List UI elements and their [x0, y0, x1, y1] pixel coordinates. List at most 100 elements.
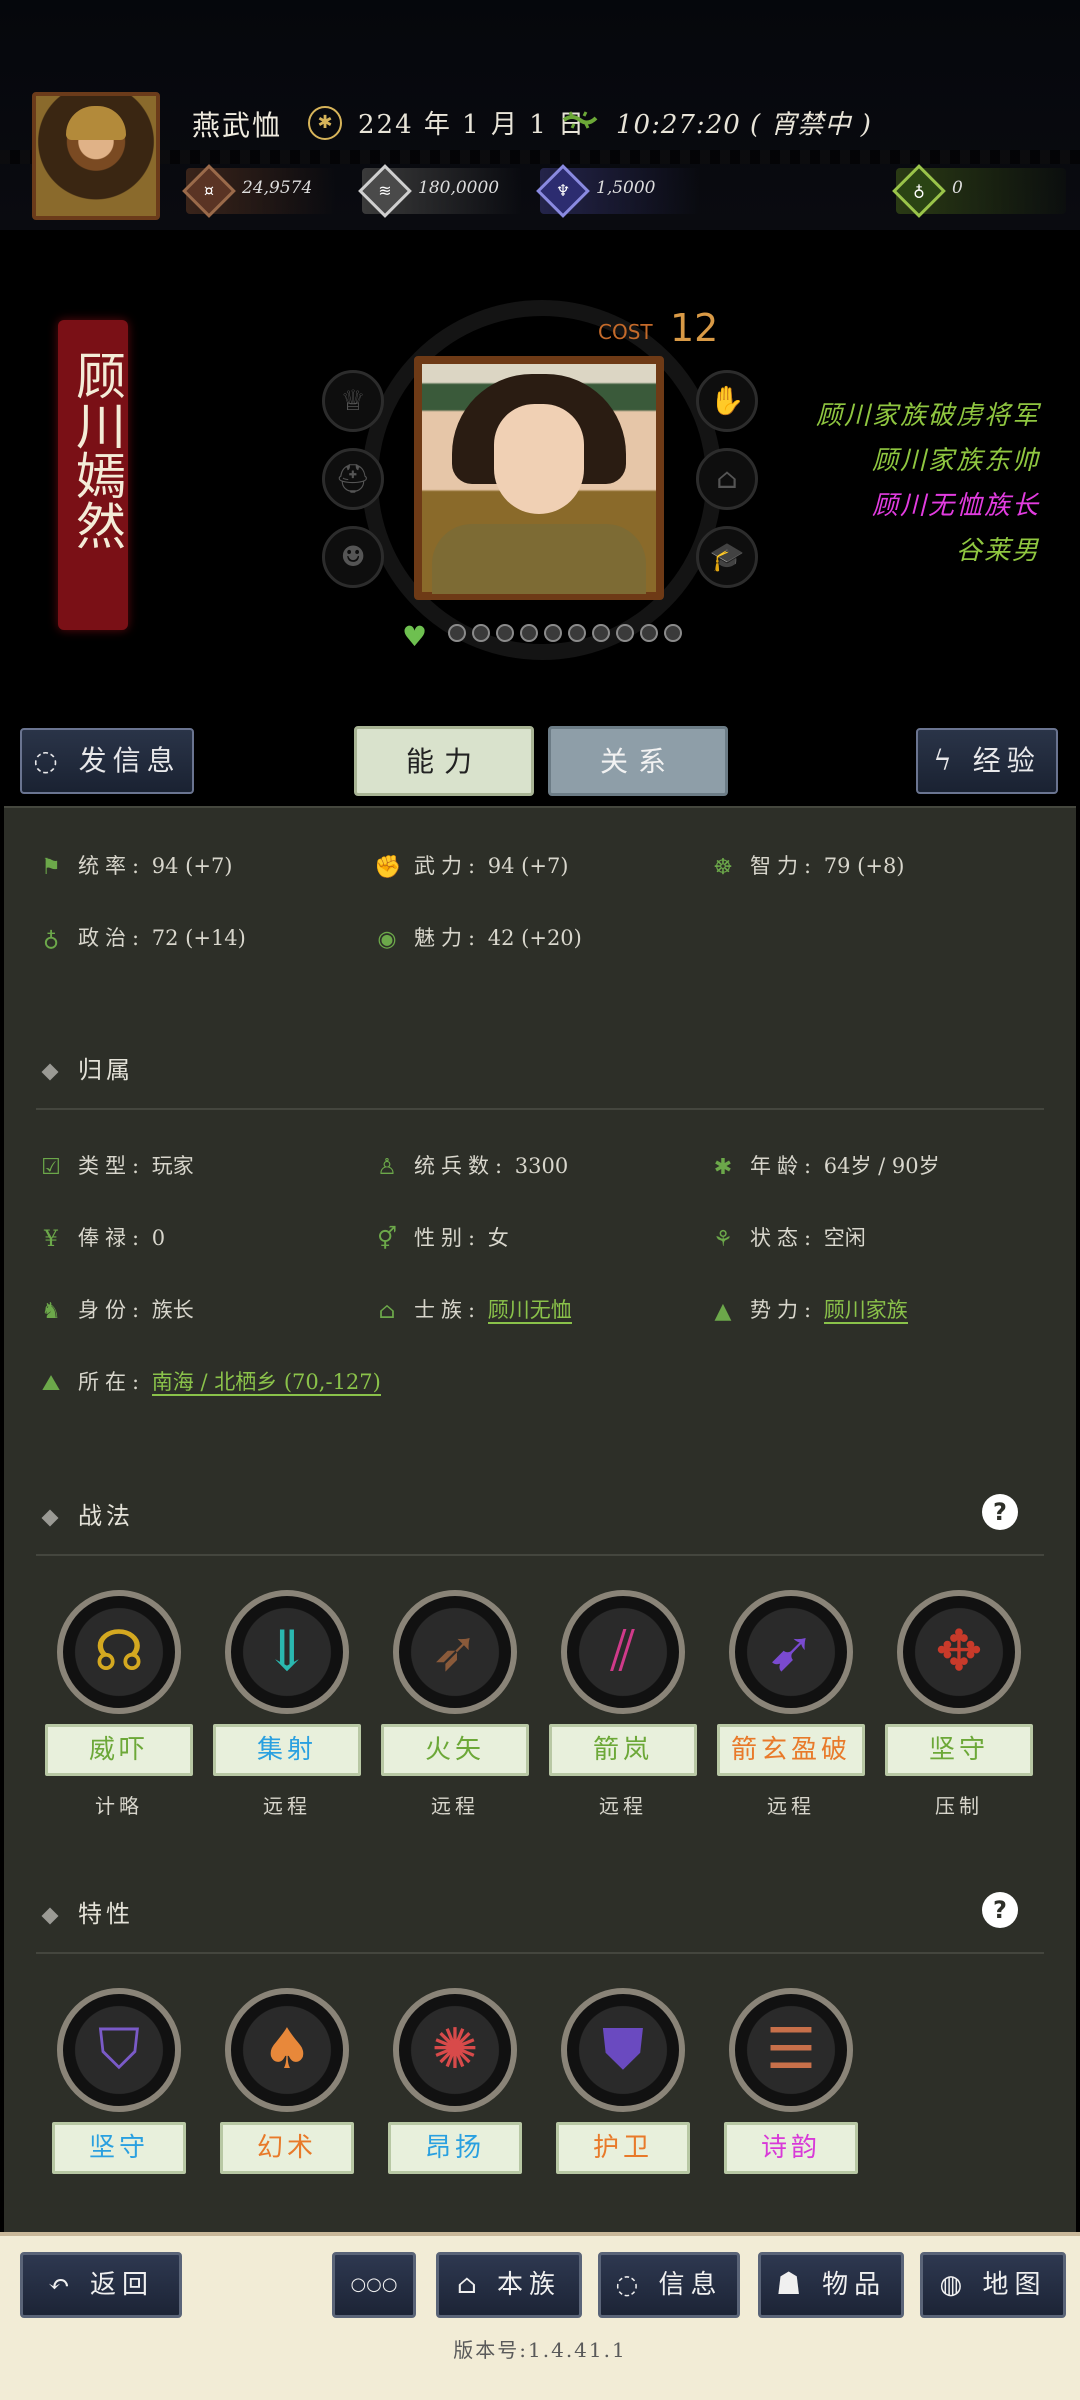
tactics-help-icon[interactable]: ?: [982, 1494, 1018, 1530]
checklist-icon: ☑: [41, 1154, 61, 1180]
stat-command: ⚑ 统率: 94 (+7): [38, 850, 232, 881]
clan-hat-icon: ⌂: [378, 1298, 396, 1324]
player-avatar[interactable]: [32, 92, 160, 220]
traits-help-icon[interactable]: ?: [982, 1892, 1018, 1928]
favor-dot: [448, 624, 466, 642]
clan-button[interactable]: ⌂ 本族: [436, 2252, 582, 2318]
tactic-name: 火矢: [381, 1724, 529, 1776]
tab-ability[interactable]: 能力: [354, 726, 534, 796]
field-faction: ▲ 势力: 顾川家族: [710, 1294, 908, 1325]
copper-resource[interactable]: ¤ 24,9574: [182, 164, 336, 218]
faction-link[interactable]: 顾川家族: [823, 1298, 908, 1324]
affiliation-header: 归属: [41, 1050, 134, 1085]
globe-icon: ◍: [939, 2270, 969, 2300]
field-salary: ¥ 俸禄: 0: [38, 1222, 165, 1253]
field-age: ✱ 年龄: 64岁 / 90岁: [710, 1150, 940, 1181]
strength-icon: ♆: [555, 181, 571, 200]
title-line: 顾川无恤族长: [871, 491, 1040, 521]
mask-icon[interactable]: ☻: [322, 526, 384, 588]
field-location: ⛰ 所在: 南海 / 北栖乡 (70,-127): [38, 1366, 381, 1397]
tactic-name: 集射: [213, 1724, 361, 1776]
chess-piece-icon: ♞: [41, 1298, 61, 1324]
character-name-banner: 顾川嫣然: [58, 320, 128, 630]
tactic-name: 坚守: [885, 1724, 1033, 1776]
graduation-cap-icon[interactable]: 🎓: [696, 526, 758, 588]
piercing-arrow-icon: ➹: [729, 1590, 853, 1714]
tactic-item[interactable]: ⇓ 集射 远程: [212, 1590, 362, 1819]
tactic-item[interactable]: ➶ 火矢 远程: [380, 1590, 530, 1819]
fire-arrow-icon: ➶: [393, 1590, 517, 1714]
chat-bubble-icon: ◌: [33, 744, 64, 777]
trait-item[interactable]: ✺ 昂扬: [380, 1988, 530, 2174]
send-message-button[interactable]: ◌ 发信息: [20, 728, 194, 794]
chat-bubble-icon: ◌: [615, 2270, 645, 2300]
lizard-icon: [562, 111, 598, 129]
favor-dots: [448, 624, 682, 642]
trait-item[interactable]: ☰ 诗韵: [716, 1988, 866, 2174]
field-type: ☑ 类型: 玩家: [38, 1150, 194, 1181]
money-pouch-icon: ♁: [42, 926, 60, 952]
experience-label: 经验: [972, 744, 1041, 777]
player-name: 燕武恤: [192, 109, 283, 142]
copper-value: 24,9574: [242, 178, 313, 198]
tactic-item[interactable]: ✥ 坚守 压制: [884, 1590, 1034, 1819]
helmet-icon[interactable]: ⛑: [322, 448, 384, 510]
calendar-seal-icon: ✱: [308, 106, 342, 140]
tactic-item[interactable]: ☊ 威吓 计略: [44, 1590, 194, 1819]
official-hat-icon[interactable]: ⌂: [696, 448, 758, 510]
tactic-type: 远程: [431, 1794, 479, 1818]
more-button[interactable]: ○○○: [332, 2252, 416, 2318]
cost-label: COST: [598, 320, 653, 344]
tactic-type: 计略: [95, 1794, 143, 1818]
trait-item[interactable]: ⛉ 坚守: [44, 1988, 194, 2174]
clan-link[interactable]: 顾川无恤: [487, 1298, 572, 1324]
cost-value: 12: [670, 306, 719, 350]
favor-dot: [568, 624, 586, 642]
field-status: ⚘ 状态: 空闲: [710, 1222, 866, 1253]
bag-icon: ☗: [775, 2270, 808, 2300]
gem-resource[interactable]: ♁ 0: [892, 164, 1066, 218]
trait-name: 护卫: [556, 2122, 690, 2174]
copper-coin-icon: ¤: [203, 181, 215, 200]
divider: [36, 1108, 1044, 1110]
stat-charm: ◉ 魅力: 42 (+20): [374, 922, 581, 953]
favor-dot: [616, 624, 634, 642]
lightning-icon: ϟ: [933, 744, 958, 777]
mountain-icon: ▲: [714, 1298, 732, 1324]
tab-relation[interactable]: 关系: [548, 726, 728, 796]
favor-dot: [472, 624, 490, 642]
tactic-item[interactable]: ➹ 箭玄盈破 远程: [716, 1590, 866, 1819]
power-resource[interactable]: ♆ 1,5000: [536, 164, 700, 218]
heart-icon: ♥: [402, 620, 428, 653]
trait-item[interactable]: ⛊ 护卫: [548, 1988, 698, 2174]
title-line: 顾川家族东帅: [871, 446, 1040, 476]
location-link[interactable]: 南海 / 北栖乡 (70,-127): [151, 1370, 381, 1396]
power-value: 1,5000: [596, 178, 656, 198]
tactic-name: 箭岚: [549, 1724, 697, 1776]
version-label: 版本号:1.4.41.1: [453, 2338, 627, 2362]
diamond-bullet-icon: [41, 1063, 59, 1080]
fist-icon: ✊: [374, 854, 402, 880]
items-button[interactable]: ☗ 物品: [758, 2252, 904, 2318]
illusionist-icon: ♠: [225, 1988, 349, 2112]
silver-resource[interactable]: ≋ 180,0000: [358, 164, 522, 218]
game-time: 10:27:20 ( 宵禁中 ): [616, 110, 872, 140]
crown-icon[interactable]: ♕: [322, 370, 384, 432]
return-arrow-icon: ↶: [47, 2270, 76, 2300]
map-button[interactable]: ◍ 地图: [920, 2252, 1066, 2318]
back-button[interactable]: ↶ 返回: [20, 2252, 182, 2318]
trait-item[interactable]: ♠ 幻术: [212, 1988, 362, 2174]
tactic-item[interactable]: ⫽ 箭岚 远程: [548, 1590, 698, 1819]
tactic-type: 远程: [599, 1794, 647, 1818]
favor-dot: [640, 624, 658, 642]
experience-button[interactable]: ϟ 经验: [916, 728, 1058, 794]
money-bag-icon: ♁: [913, 181, 925, 200]
hand-icon[interactable]: ✋: [696, 370, 758, 432]
tactics-header: 战法: [41, 1496, 134, 1531]
trait-name: 坚守: [52, 2122, 186, 2174]
yen-icon: ¥: [44, 1226, 58, 1252]
character-portrait[interactable]: [414, 356, 664, 600]
trait-name: 幻术: [220, 2122, 354, 2174]
info-button[interactable]: ◌ 信息: [598, 2252, 740, 2318]
trait-name: 昂扬: [388, 2122, 522, 2174]
